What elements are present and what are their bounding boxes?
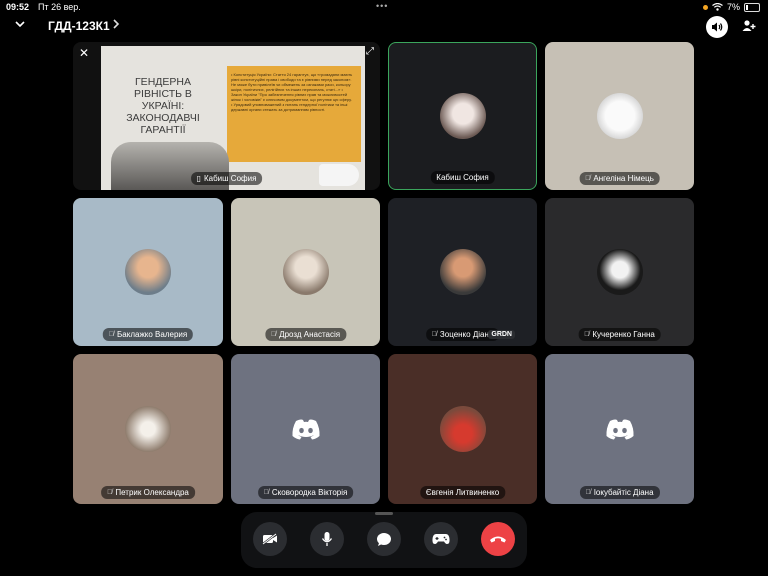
microphone-button[interactable] <box>310 522 344 556</box>
mic-muted-icon: 🎙̸ <box>584 331 590 338</box>
battery-icon <box>744 2 760 12</box>
avatar <box>439 93 486 139</box>
mic-indicator-icon <box>702 4 708 10</box>
shared-slide: ГЕНДЕРНА РІВНІСТЬ В УКРАЇНІ: ЗАКОНОДАВЧІ… <box>101 46 365 190</box>
multitask-dots-icon[interactable]: ••• <box>376 1 388 11</box>
mic-muted-icon: 🎙̸ <box>585 175 591 182</box>
avatar <box>439 406 486 452</box>
gamepad-icon <box>432 534 450 544</box>
participant-name: 🎙̸ Іокубайтіс Діана <box>579 486 660 499</box>
avatar <box>282 249 329 295</box>
add-user-button[interactable] <box>740 17 758 35</box>
participant-tile[interactable]: 🎙̸ Дрозд Анастасія <box>231 198 380 346</box>
participant-tile[interactable]: 🎙̸ Зоценко Діана GRDN <box>388 198 537 346</box>
avatar <box>125 249 171 295</box>
participant-name: 🎙̸ Баклажко Валерия <box>102 328 194 341</box>
participant-tile[interactable]: Кабиш София <box>388 42 537 190</box>
status-date: Пт 26 вер. <box>38 2 81 12</box>
participant-tile[interactable]: 🎙̸ Іокубайтіс Діана <box>545 354 694 504</box>
screen-share-icon: ▯ <box>196 174 201 183</box>
speaker-button[interactable] <box>706 16 728 38</box>
close-icon[interactable]: ✕ <box>79 46 89 60</box>
mic-muted-icon: 🎙̸ <box>270 331 277 338</box>
participant-tile[interactable]: 🎙̸ Ангеліна Німець <box>545 42 694 190</box>
battery-percent: 7% <box>726 2 740 12</box>
channel-name[interactable]: ГДД-123К1 <box>48 19 110 33</box>
server-tag-badge: GRDN <box>488 330 515 339</box>
chevron-right-icon[interactable] <box>112 18 120 33</box>
avatar <box>596 249 643 295</box>
end-call-button[interactable] <box>481 522 515 556</box>
mic-muted-icon: 🎙̸ <box>107 489 113 496</box>
status-time: 09:52 <box>6 2 30 12</box>
mic-muted-icon: 🎙̸ <box>431 331 437 338</box>
presenter-label: ▯ Кабиш София <box>190 172 263 185</box>
mic-muted-icon: 🎙̸ <box>585 489 591 496</box>
participant-tile[interactable]: 🎙̸ Кучеренко Ганна <box>545 198 694 346</box>
camera-off-icon <box>262 533 277 545</box>
chat-button[interactable] <box>367 522 401 556</box>
participant-name: 🎙̸ Ангеліна Німець <box>579 172 660 185</box>
hang-up-icon <box>490 536 506 543</box>
speaker-icon <box>712 22 723 32</box>
megaphone-image <box>319 164 359 186</box>
slide-text: • Конституція України: Стаття 24 гаранту… <box>231 72 353 112</box>
mic-muted-icon: 🎙̸ <box>108 331 115 338</box>
avatar <box>596 93 643 139</box>
avatar <box>439 249 486 295</box>
microphone-icon <box>321 532 333 546</box>
slide-title: ГЕНДЕРНА РІВНІСТЬ В УКРАЇНІ: ЗАКОНОДАВЧІ… <box>126 76 200 136</box>
participant-tile[interactable]: Євгенія Литвиненко <box>388 354 537 504</box>
screen-share-tile[interactable]: ГЕНДЕРНА РІВНІСТЬ В УКРАЇНІ: ЗАКОНОДАВЧІ… <box>73 42 380 190</box>
participant-tile[interactable]: 🎙̸ Сковородка Вікторія <box>231 354 380 504</box>
chat-icon <box>377 532 391 546</box>
call-header: ГДД-123К1 <box>0 14 768 40</box>
activities-button[interactable] <box>424 522 458 556</box>
avatar <box>125 406 171 452</box>
discord-logo-icon <box>605 419 634 440</box>
participant-name: 🎙̸ Петрик Олександра <box>101 486 195 499</box>
participant-name: Кабиш София <box>430 171 495 184</box>
status-bar: 09:52 Пт 26 вер. ••• 7% <box>0 0 768 14</box>
participant-name: 🎙̸ Сковородка Вікторія <box>257 486 354 499</box>
wifi-icon <box>712 3 723 11</box>
expand-icon[interactable]: ⤢ <box>366 46 374 57</box>
camera-off-button[interactable] <box>253 522 287 556</box>
participant-tile[interactable]: 🎙̸ Петрик Олександра <box>73 354 223 504</box>
participant-name: Євгенія Литвиненко <box>419 486 506 499</box>
participant-name: 🎙̸ Дрозд Анастасія <box>264 328 347 341</box>
call-controls <box>241 512 527 568</box>
chevron-down-icon[interactable] <box>12 18 28 34</box>
participant-tile[interactable]: 🎙̸ Баклажко Валерия <box>73 198 223 346</box>
mic-muted-icon: 🎙̸ <box>263 489 269 496</box>
discord-logo-icon <box>291 419 320 440</box>
participant-name: 🎙̸ Кучеренко Ганна <box>578 328 661 341</box>
status-right: 7% <box>702 2 760 12</box>
add-user-icon <box>742 20 756 31</box>
drag-handle[interactable] <box>375 512 393 515</box>
